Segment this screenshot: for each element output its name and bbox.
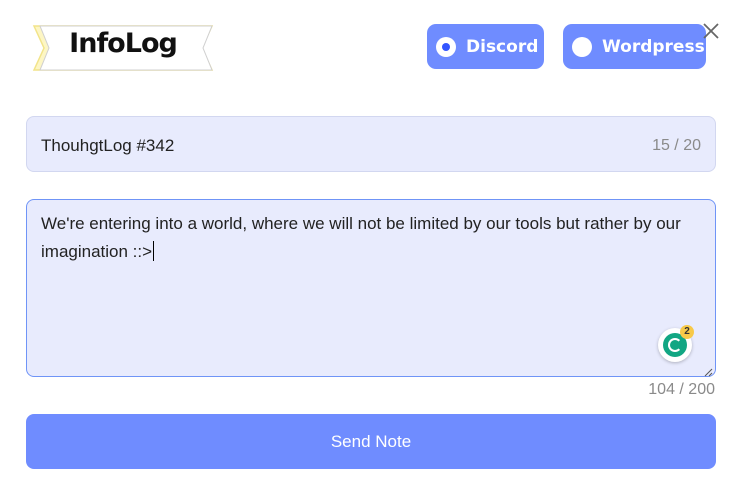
note-body-value: We're entering into a world, where we wi… — [41, 214, 681, 261]
close-icon[interactable] — [700, 20, 722, 42]
body-char-counter: 104 / 200 — [648, 381, 715, 398]
send-note-button[interactable]: Send Note — [26, 414, 716, 469]
logo-text: InfoLog — [69, 28, 178, 59]
discord-toggle[interactable]: Discord — [427, 24, 544, 69]
title-input[interactable]: ThouhgtLog #342 15 / 20 — [26, 116, 716, 172]
wordpress-label: Wordpress — [602, 36, 705, 57]
note-body-textarea[interactable]: We're entering into a world, where we wi… — [26, 199, 716, 377]
note-composer-window: InfoLog Discord Wordpress ThouhgtLog #34… — [0, 0, 739, 491]
title-value: ThouhgtLog #342 — [41, 136, 175, 155]
text-caret — [153, 241, 155, 261]
wordpress-toggle[interactable]: Wordpress — [563, 24, 706, 69]
grammar-checker-icon[interactable]: 2 — [658, 325, 694, 362]
radio-checked-icon — [436, 36, 456, 57]
radio-unchecked-icon — [572, 36, 592, 57]
discord-label: Discord — [466, 36, 539, 57]
note-body-content: We're entering into a world, where we wi… — [41, 210, 701, 266]
grammar-issue-count: 2 — [680, 325, 694, 339]
title-char-counter: 15 / 20 — [652, 137, 701, 154]
infolog-logo: InfoLog — [30, 22, 216, 74]
resize-handle-icon[interactable] — [703, 364, 713, 377]
